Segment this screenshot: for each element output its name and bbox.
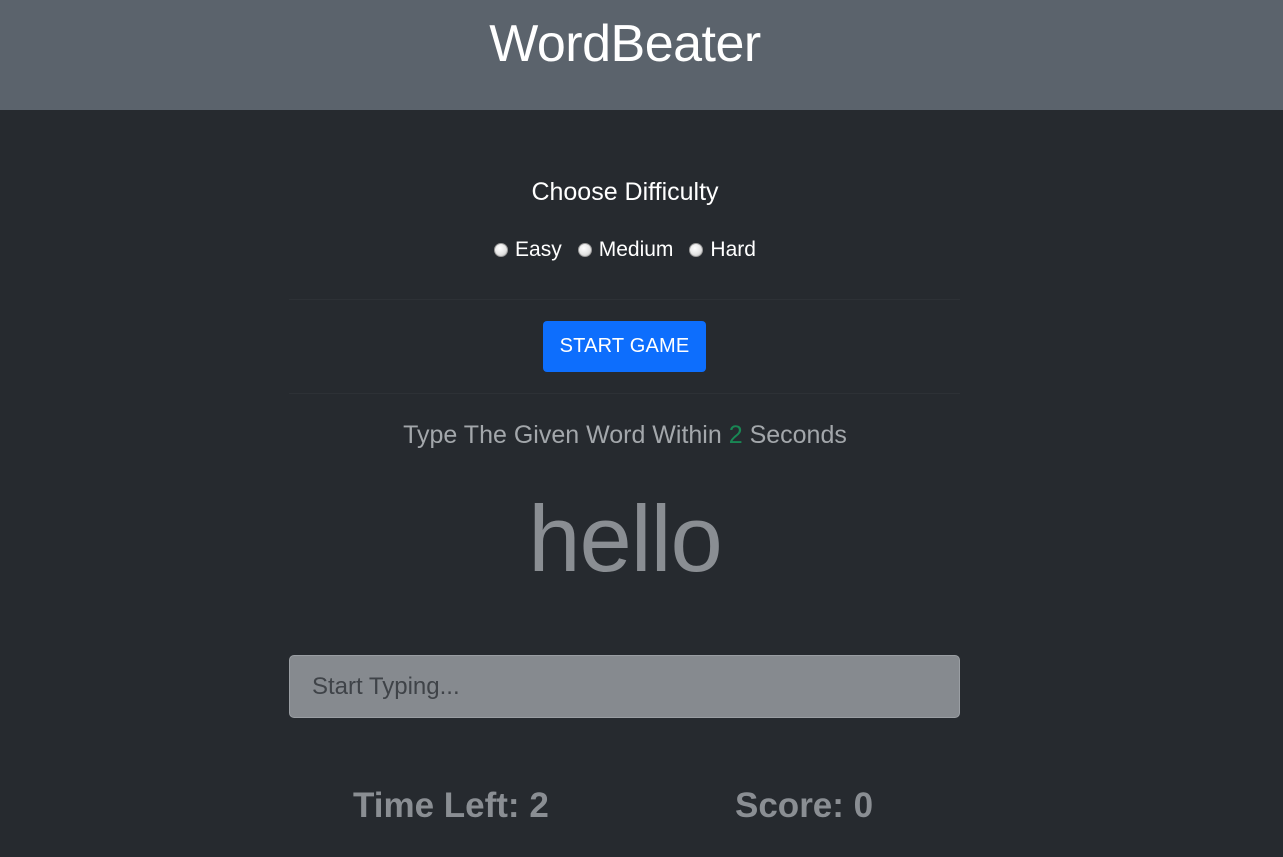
time-left-display: Time Left: 2 (353, 786, 549, 826)
time-left-value: 2 (529, 786, 549, 825)
instructions-suffix: Seconds (742, 421, 847, 449)
instructions-prefix: Type The Given Word Within (403, 421, 729, 449)
time-left-label: Time Left: (353, 786, 530, 825)
header-bar: WordBeater (0, 0, 1283, 110)
difficulty-option-hard[interactable]: Hard (689, 238, 756, 262)
start-game-button[interactable]: START GAME (543, 321, 706, 372)
score-display: Score: 0 (735, 786, 873, 826)
difficulty-label-hard: Hard (710, 238, 756, 261)
score-label: Score: (735, 786, 854, 825)
difficulty-label-medium: Medium (598, 238, 674, 261)
word-input[interactable] (289, 655, 960, 718)
current-word: hello (528, 486, 723, 591)
difficulty-label-easy: Easy (515, 238, 562, 261)
difficulty-heading: Choose Difficulty (531, 178, 719, 206)
radio-button-hard[interactable] (689, 243, 704, 257)
instructions-text: Type The Given Word Within 2 Seconds (0, 421, 1250, 450)
divider-top (289, 299, 960, 300)
radio-button-medium[interactable] (577, 243, 592, 257)
difficulty-option-easy[interactable]: Easy (494, 238, 562, 262)
app-title: WordBeater (489, 15, 761, 73)
radio-button-easy[interactable] (494, 243, 509, 257)
difficulty-option-medium[interactable]: Medium (577, 238, 674, 262)
divider-bottom (289, 393, 960, 394)
difficulty-radio-group: Easy Medium Hard (0, 238, 1250, 262)
score-value: 0 (853, 786, 874, 825)
seconds-value: 2 (728, 421, 743, 449)
